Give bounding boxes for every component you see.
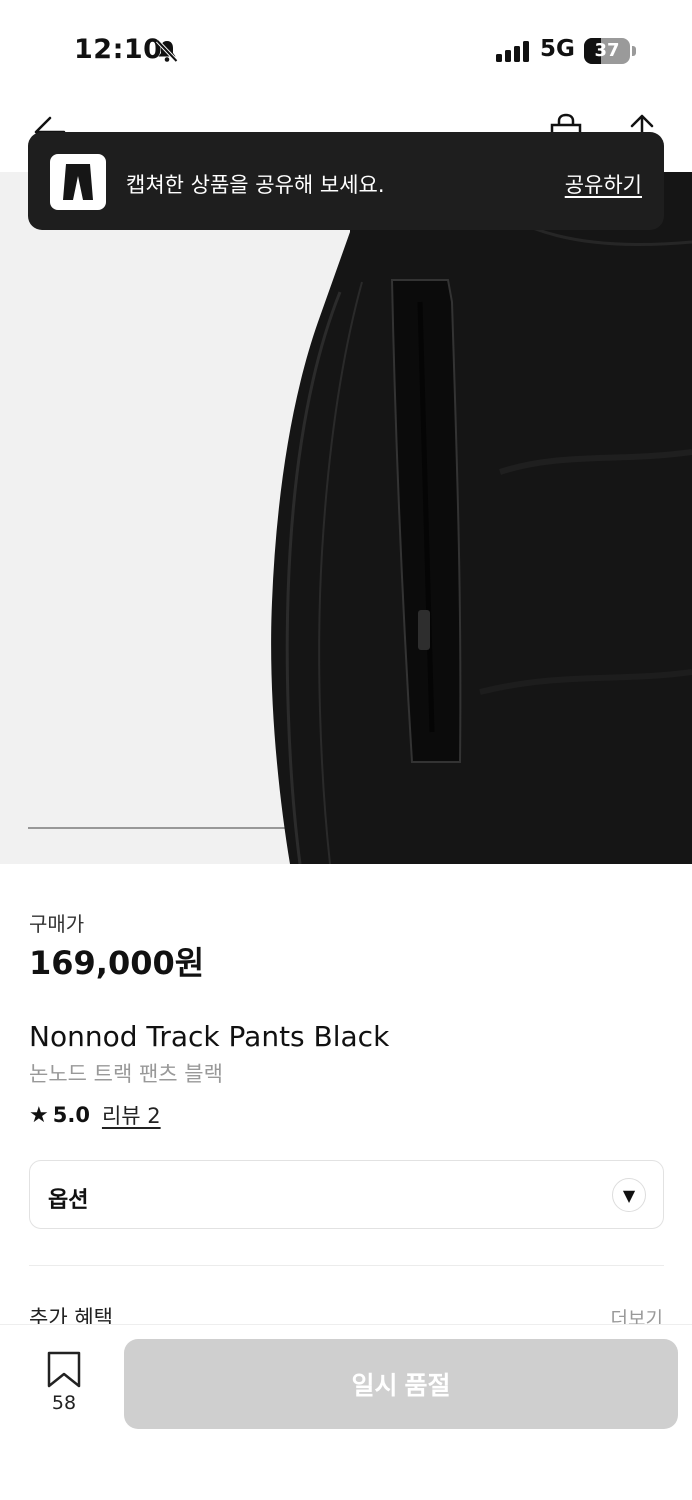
divider: [29, 1265, 664, 1266]
review-link[interactable]: 리뷰 2: [102, 1100, 161, 1130]
option-label: 옵션: [48, 1188, 89, 1213]
wishlist-count: 58: [51, 1392, 77, 1414]
pants-photo: [28, 172, 692, 864]
product-title: Nonnod Track Pants Black: [29, 1020, 390, 1053]
share-link[interactable]: 공유하기: [565, 169, 642, 199]
sold-out-button[interactable]: 일시 품절: [124, 1339, 678, 1429]
price-label: 구매가: [29, 912, 85, 936]
wishlist-button[interactable]: 58: [36, 1350, 92, 1420]
rating: ★ 5.0 리뷰 2: [29, 1100, 161, 1130]
star-icon: ★: [29, 1102, 49, 1128]
toast-thumbnail[interactable]: [50, 154, 106, 210]
option-select[interactable]: 옵션 ▼: [29, 1160, 664, 1229]
product-image[interactable]: [0, 172, 692, 864]
network-type: 5G: [540, 36, 575, 62]
battery-level: 37: [594, 40, 620, 61]
pants-thumbnail-icon: [63, 164, 93, 200]
battery-cap: [632, 46, 636, 56]
bell-slash-icon: [156, 39, 178, 63]
battery-icon: 37: [584, 38, 630, 64]
product-subtitle: 논노드 트랙 팬츠 블랙: [29, 1062, 223, 1086]
rating-value: 5.0: [52, 1103, 90, 1127]
chevron-down-icon[interactable]: ▼: [612, 1178, 646, 1212]
status-bar: 12:10 5G 37: [0, 0, 692, 100]
bookmark-icon: [47, 1351, 81, 1388]
status-time: 12:10: [74, 34, 163, 65]
share-toast: 캡쳐한 상품을 공유해 보세요. 공유하기: [28, 132, 664, 230]
price: 169,000원: [29, 944, 205, 982]
toast-message: 캡쳐한 상품을 공유해 보세요.: [126, 173, 385, 197]
